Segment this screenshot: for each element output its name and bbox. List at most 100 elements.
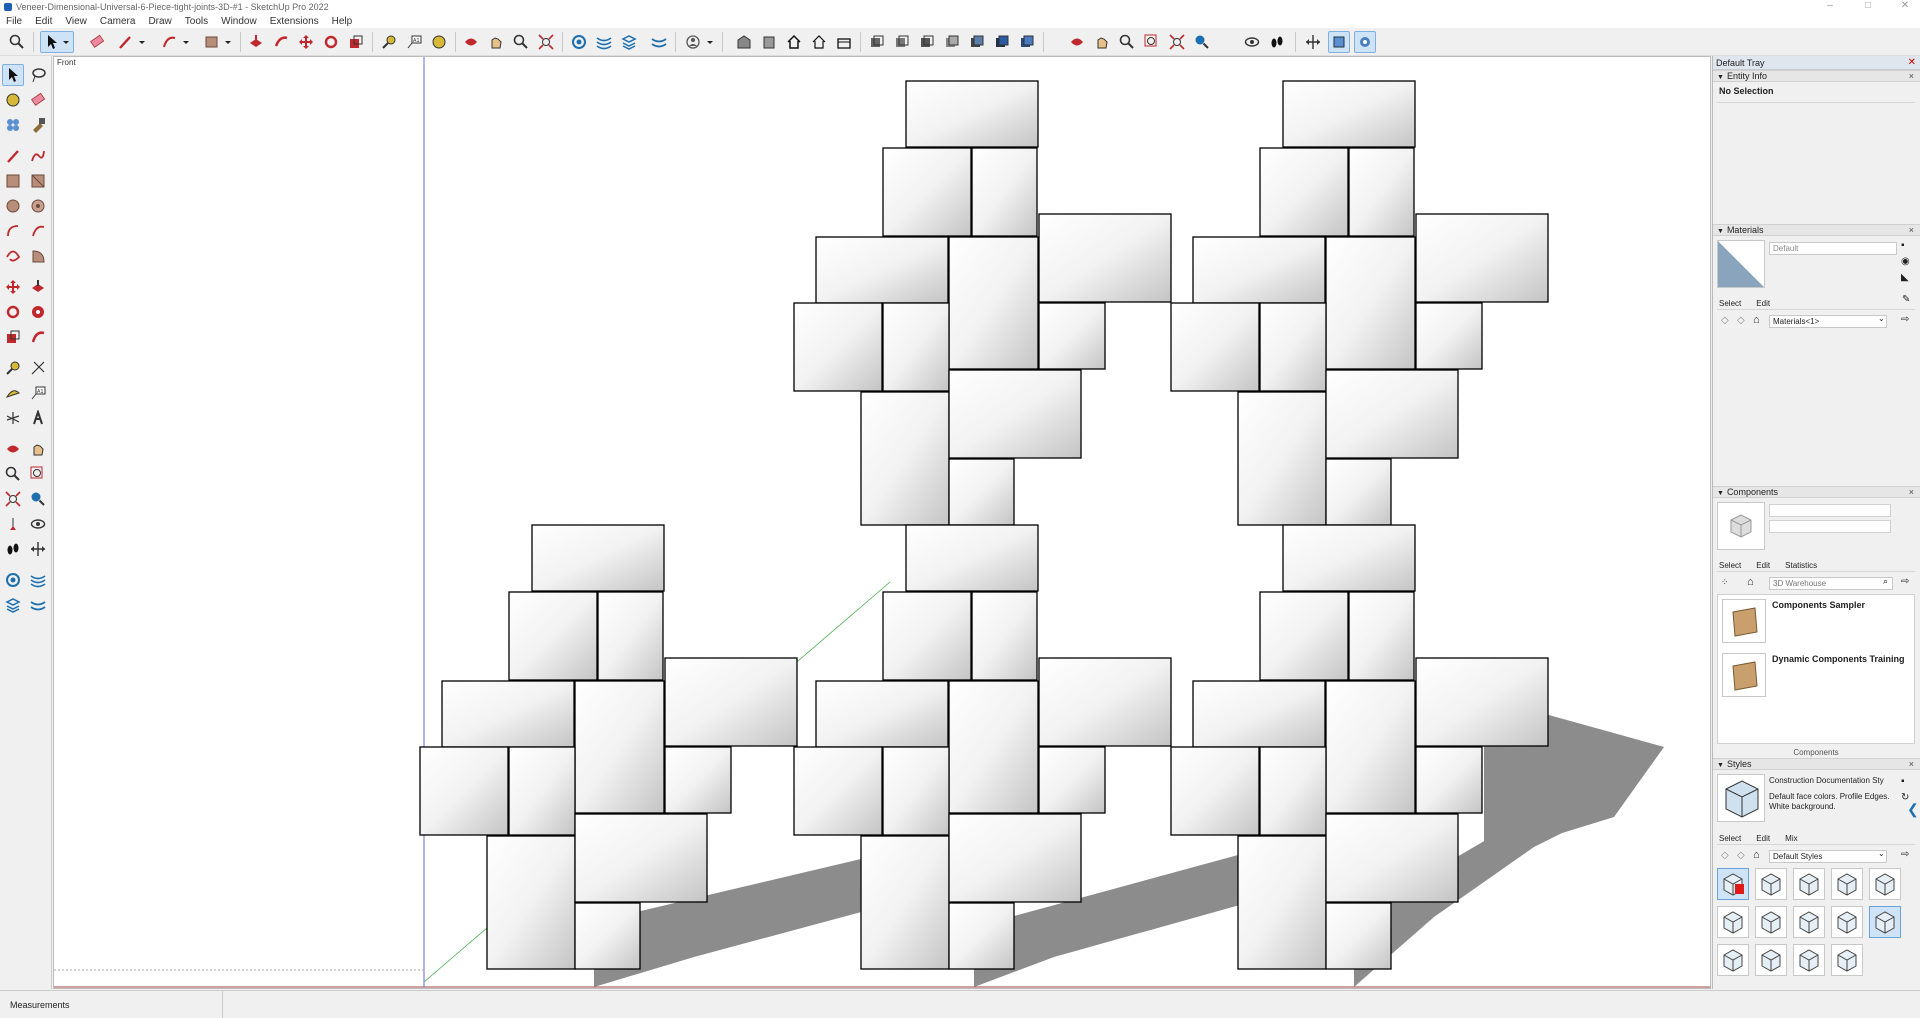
maximize-button[interactable]: □	[1853, 0, 1883, 14]
veneer-panel[interactable]	[1259, 147, 1349, 237]
veneer-panel[interactable]	[1038, 302, 1106, 370]
veneer-panel[interactable]	[441, 680, 575, 748]
section-plane-icon[interactable]	[568, 31, 590, 53]
wireframe-icon[interactable]	[916, 31, 938, 53]
menu-camera[interactable]: Camera	[94, 16, 143, 27]
orbit-tool-icon[interactable]	[2, 438, 24, 460]
material-name-field[interactable]: Default	[1769, 242, 1897, 255]
veneer-panel[interactable]	[664, 746, 732, 814]
back-edges-icon[interactable]	[891, 31, 913, 53]
warehouse-search-input[interactable]	[1769, 577, 1893, 590]
veneer-panel[interactable]	[1237, 391, 1327, 526]
protractor-icon[interactable]	[2, 382, 24, 404]
three-point-arc-icon[interactable]	[2, 245, 24, 267]
style-thumbnail[interactable]	[1793, 868, 1825, 900]
component-paint-icon[interactable]	[2, 89, 24, 111]
veneer-panel[interactable]	[574, 680, 665, 814]
veneer-panel[interactable]	[1038, 657, 1172, 747]
close-panel-icon[interactable]: ×	[1909, 759, 1914, 770]
drape-tool-icon[interactable]	[27, 594, 49, 616]
eraser-icon[interactable]	[86, 31, 108, 53]
tape-measure-icon[interactable]	[378, 31, 400, 53]
tab-edit[interactable]: Edit	[1756, 834, 1770, 843]
veneer-panel[interactable]	[1259, 591, 1349, 681]
veneer-panel[interactable]	[574, 813, 708, 903]
tab-select[interactable]: Select	[1719, 561, 1741, 570]
style-thumbnail[interactable]	[1793, 944, 1825, 976]
veneer-panel[interactable]	[1325, 236, 1416, 370]
scenes-icon[interactable]	[1354, 31, 1376, 53]
veneer-panel[interactable]	[948, 458, 1015, 526]
pie-icon[interactable]	[27, 245, 49, 267]
style-thumbnail[interactable]	[1755, 906, 1787, 938]
close-panel-icon[interactable]: ×	[1909, 71, 1914, 82]
circle-icon[interactable]	[2, 195, 24, 217]
create-material-icon[interactable]: ▪	[1901, 240, 1905, 251]
veneer-panel[interactable]	[531, 524, 665, 592]
create-style-icon[interactable]: ▪	[1901, 776, 1905, 787]
veneer-panel[interactable]	[1237, 835, 1327, 970]
pan-nav-icon[interactable]	[1091, 31, 1113, 53]
veneer-panel[interactable]	[1325, 680, 1416, 814]
lasso-icon[interactable]	[27, 64, 49, 86]
veneer-panel[interactable]	[948, 902, 1015, 970]
style-name[interactable]: Construction Documentation Sty	[1769, 776, 1897, 785]
polygon-icon[interactable]	[27, 195, 49, 217]
style-thumbnail[interactable]	[1717, 944, 1749, 976]
style-thumbnail[interactable]	[1831, 944, 1863, 976]
push-pull-tool-icon[interactable]	[27, 276, 49, 298]
style-thumbnail[interactable]	[1869, 868, 1901, 900]
home-icon[interactable]	[783, 31, 805, 53]
veneer-panel[interactable]	[882, 302, 950, 392]
shaded-icon[interactable]	[966, 31, 988, 53]
line-tool-icon[interactable]	[114, 31, 150, 53]
details-arrow-icon[interactable]: ⇨	[1901, 576, 1909, 587]
position-camera-tool-icon[interactable]	[2, 513, 24, 535]
menu-file[interactable]: File	[0, 16, 29, 27]
tab-mix[interactable]: Mix	[1785, 834, 1797, 843]
menu-view[interactable]: View	[59, 16, 94, 27]
scale-icon[interactable]	[345, 31, 367, 53]
veneer-panel[interactable]	[1415, 657, 1549, 747]
veneer-panel[interactable]	[971, 591, 1038, 681]
veneer-panel[interactable]	[1325, 902, 1392, 970]
veneer-panel[interactable]	[1259, 302, 1327, 392]
eraser-tool-icon[interactable]	[27, 89, 49, 111]
look-around-tool-icon[interactable]	[27, 513, 49, 535]
veneer-panel[interactable]	[486, 835, 576, 970]
menu-help[interactable]: Help	[326, 16, 360, 27]
hidden-line-icon[interactable]	[941, 31, 963, 53]
back-arrow-icon[interactable]: ◇	[1721, 315, 1729, 326]
forward-arrow-icon[interactable]: ◇	[1737, 315, 1745, 326]
veneer-panel[interactable]	[793, 746, 883, 836]
tab-statistics[interactable]: Statistics	[1785, 561, 1817, 570]
chevron-down-icon[interactable]: ⌄	[1878, 849, 1885, 858]
zoom-icon[interactable]	[510, 31, 532, 53]
walk-tool-icon[interactable]	[2, 538, 24, 560]
follow-me-icon[interactable]	[270, 31, 292, 53]
outliner-icon[interactable]	[1328, 31, 1350, 53]
veneer-panel[interactable]	[793, 302, 883, 392]
veneer-panel[interactable]	[882, 147, 972, 237]
home-library-icon[interactable]: ⌂	[1747, 576, 1754, 588]
text-tool-icon[interactable]: A1	[403, 31, 425, 53]
rotated-rectangle-icon[interactable]	[27, 170, 49, 192]
rectangle-icon[interactable]	[2, 170, 24, 192]
styles-header[interactable]: ▼ Styles ×	[1713, 758, 1920, 770]
pan-tool-icon[interactable]	[27, 438, 49, 460]
tab-edit[interactable]: Edit	[1756, 561, 1770, 570]
paint-bucket-icon[interactable]	[428, 31, 450, 53]
model-canvas[interactable]	[54, 57, 1711, 989]
arc-icon[interactable]	[2, 220, 24, 242]
sandbox-tool-icon[interactable]	[27, 569, 49, 591]
style-thumbnail[interactable]	[1869, 906, 1901, 938]
arc-tool-icon[interactable]	[158, 31, 194, 53]
veneer-panel[interactable]	[1192, 680, 1326, 748]
veneer-panel[interactable]	[948, 236, 1039, 370]
components-header[interactable]: ▼ Components ×	[1713, 486, 1920, 498]
push-pull-icon[interactable]	[245, 31, 267, 53]
home-library-icon[interactable]: ⌂	[1753, 849, 1760, 861]
veneer-panel[interactable]	[508, 746, 576, 836]
rotate-icon[interactable]	[320, 31, 342, 53]
menu-tools[interactable]: Tools	[179, 16, 215, 27]
